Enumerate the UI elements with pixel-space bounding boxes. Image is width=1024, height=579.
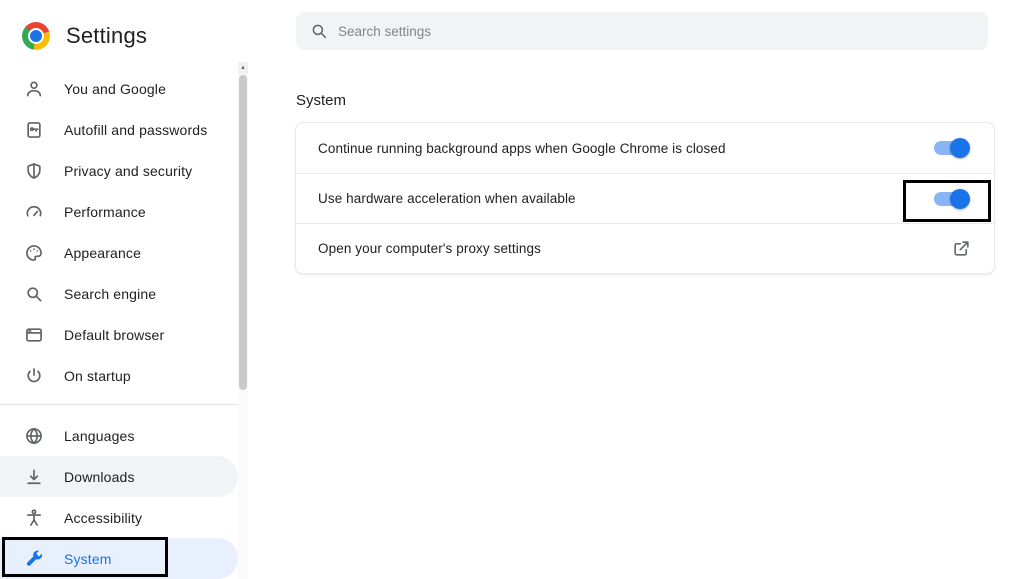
sidebar-item-on-startup[interactable]: On startup [0, 355, 238, 396]
settings-nav: You and Google Autofill and passwords Pr… [0, 68, 238, 579]
sidebar-item-label: System [64, 551, 112, 567]
download-icon [24, 467, 44, 487]
sidebar-item-accessibility[interactable]: Accessibility [0, 497, 238, 538]
setting-label: Open your computer's proxy settings [318, 241, 541, 256]
sidebar-item-label: Accessibility [64, 510, 142, 526]
sidebar-item-appearance[interactable]: Appearance [0, 232, 238, 273]
setting-label: Use hardware acceleration when available [318, 191, 576, 206]
sidebar-item-downloads[interactable]: Downloads [0, 456, 238, 497]
section-title: System [296, 92, 346, 109]
sidebar-item-label: Performance [64, 204, 146, 220]
sidebar-header: Settings [0, 0, 248, 56]
search-settings-bar[interactable] [296, 12, 988, 50]
nav-divider [0, 404, 238, 405]
background-apps-toggle[interactable] [934, 141, 966, 155]
sidebar-item-label: Languages [64, 428, 135, 444]
wrench-icon [24, 549, 44, 569]
palette-icon [24, 243, 44, 263]
accessibility-icon [24, 508, 44, 528]
globe-icon [24, 426, 44, 446]
page-title: Settings [66, 23, 147, 49]
browser-window-icon [24, 325, 44, 345]
setting-row-proxy[interactable]: Open your computer's proxy settings [296, 223, 994, 273]
sidebar-item-performance[interactable]: Performance [0, 191, 238, 232]
sidebar-scrollbar[interactable]: ▲ [238, 62, 248, 579]
toggle-knob [950, 138, 970, 158]
person-icon [24, 79, 44, 99]
sidebar-item-system[interactable]: System [0, 538, 238, 579]
sidebar-item-label: Downloads [64, 469, 135, 485]
sidebar-item-label: On startup [64, 368, 131, 384]
scrollbar-up-arrow[interactable]: ▲ [238, 62, 248, 74]
search-icon [24, 284, 44, 304]
sidebar-item-you-and-google[interactable]: You and Google [0, 68, 238, 109]
setting-row-background-apps: Continue running background apps when Go… [296, 123, 994, 173]
power-icon [24, 366, 44, 386]
sidebar-item-default-browser[interactable]: Default browser [0, 314, 238, 355]
search-icon [310, 22, 328, 40]
settings-main: System Continue running background apps … [248, 0, 1024, 579]
sidebar-item-label: Privacy and security [64, 163, 192, 179]
sidebar-item-label: Appearance [64, 245, 141, 261]
scrollbar-thumb[interactable] [239, 75, 247, 390]
sidebar-item-search-engine[interactable]: Search engine [0, 273, 238, 314]
sidebar-item-label: Search engine [64, 286, 156, 302]
sidebar-item-label: You and Google [64, 81, 166, 97]
speedometer-icon [24, 202, 44, 222]
sidebar-item-languages[interactable]: Languages [0, 415, 238, 456]
toggle-knob [950, 189, 970, 209]
shield-icon [24, 161, 44, 181]
autofill-icon [24, 120, 44, 140]
sidebar-item-label: Autofill and passwords [64, 122, 207, 138]
search-settings-input[interactable] [338, 24, 974, 39]
hardware-acceleration-toggle[interactable] [934, 192, 966, 206]
open-in-new-icon[interactable] [950, 238, 972, 260]
chrome-logo-icon [22, 22, 50, 50]
sidebar-item-autofill[interactable]: Autofill and passwords [0, 109, 238, 150]
setting-label: Continue running background apps when Go… [318, 141, 726, 156]
sidebar-item-privacy[interactable]: Privacy and security [0, 150, 238, 191]
settings-sidebar: Settings You and Google Autofill and pas… [0, 0, 248, 579]
system-settings-card: Continue running background apps when Go… [295, 122, 995, 274]
setting-row-hardware-acceleration: Use hardware acceleration when available [296, 173, 994, 223]
sidebar-item-label: Default browser [64, 327, 164, 343]
